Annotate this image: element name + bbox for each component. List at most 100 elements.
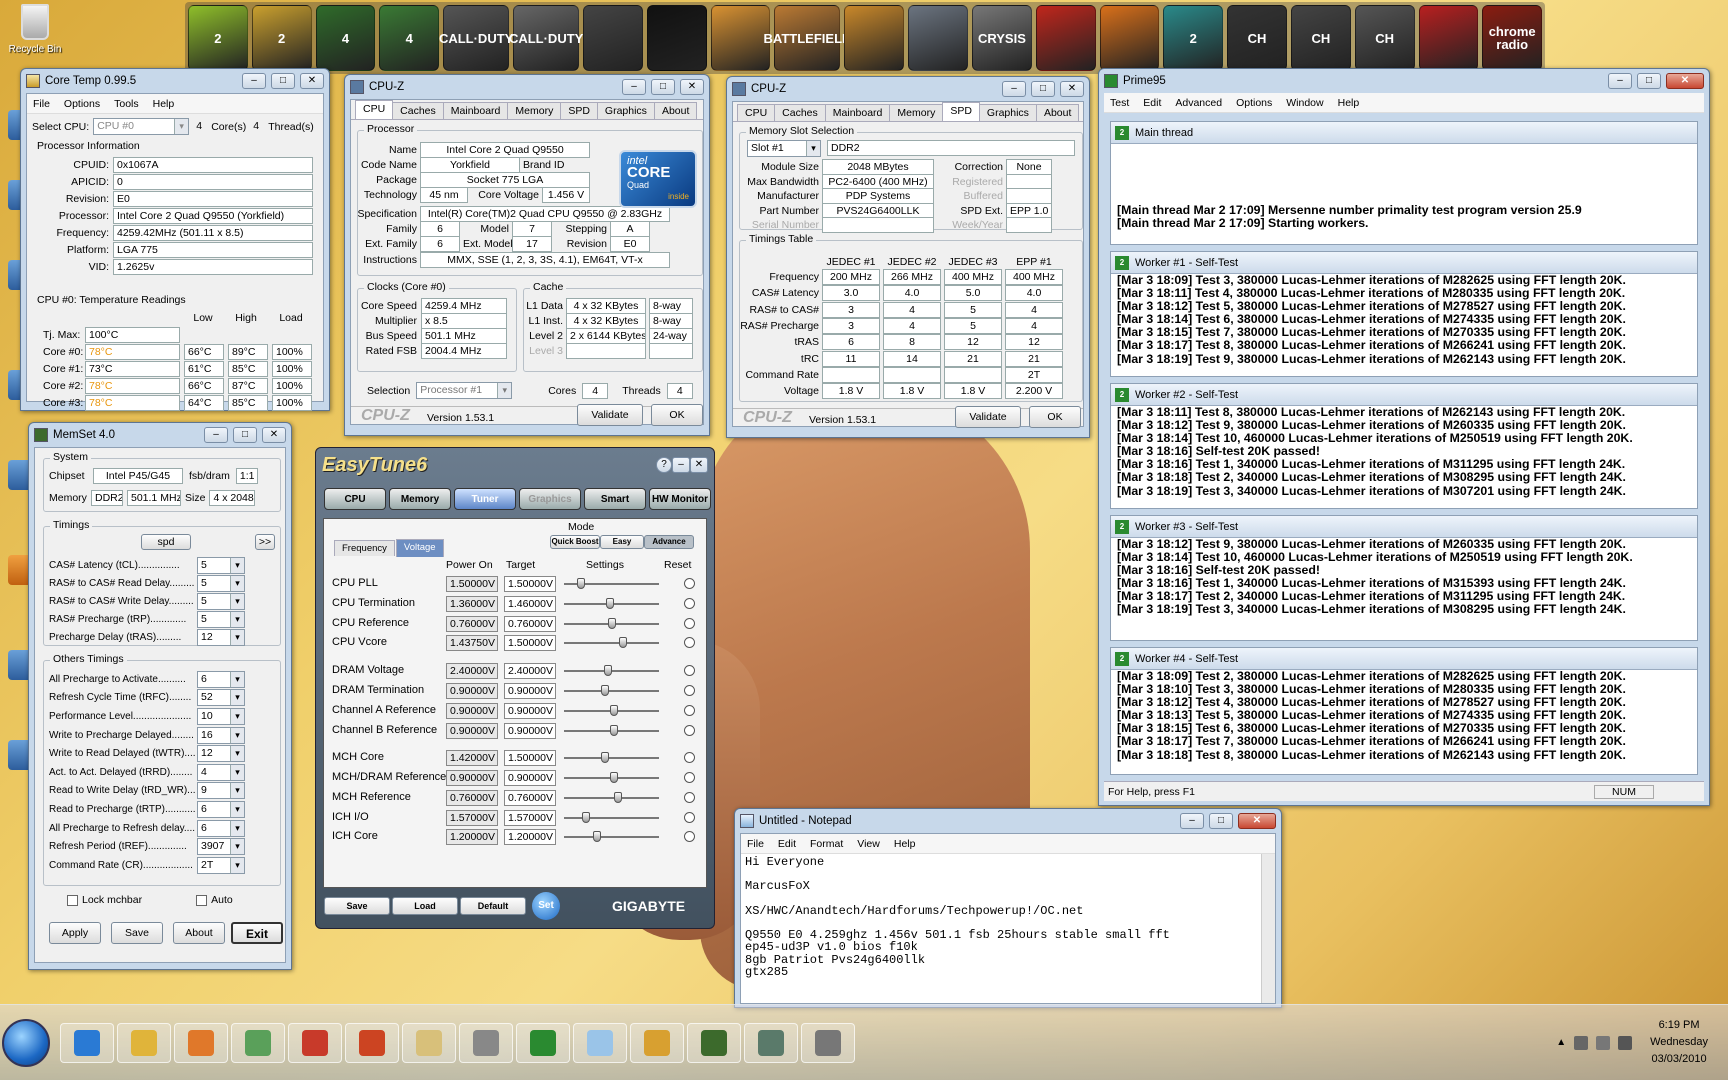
reset-radio[interactable] [684,665,695,677]
recycle-bin[interactable]: Recycle Bin [5,4,65,55]
ok-button[interactable]: OK [651,404,703,426]
voltage-slider[interactable] [564,831,659,843]
close-button[interactable]: ✕ [690,457,708,473]
target-value[interactable]: 1.20000V [504,829,556,846]
slider-knob[interactable] [600,752,609,764]
slider-knob[interactable] [600,684,609,696]
timing-select[interactable]: 12 [197,745,245,763]
voltage-slider[interactable] [564,752,659,764]
minimize-button[interactable]: – [622,79,646,95]
zombie-icon[interactable] [1418,5,1479,71]
timing-select[interactable]: 3907 [197,838,245,856]
target-value[interactable]: 2.40000V [504,663,556,680]
voltage-slider[interactable] [564,704,659,716]
reset-radio[interactable] [684,831,695,843]
slider-knob[interactable] [608,617,616,629]
tab-cpu[interactable]: CPU [324,488,386,510]
help-icon[interactable]: ? [656,457,672,473]
tab-graphics[interactable]: Graphics [978,104,1037,121]
minimize-button[interactable]: – [204,427,228,443]
volume-icon[interactable] [1618,1035,1633,1050]
menu-options[interactable]: Options [64,98,100,110]
tab-about[interactable]: About [1035,104,1080,121]
voltage-slider[interactable] [564,724,659,736]
validate-button[interactable]: Validate [577,404,643,426]
quick-boost-button[interactable]: Quick Boost [550,535,600,549]
tab-hw-monitor[interactable]: HW Monitor [649,488,711,510]
target-value[interactable]: 0.90000V [504,682,556,699]
save-profile-button[interactable]: Save [324,897,390,915]
timing-select[interactable]: 4 [197,763,245,781]
callofduty-icon[interactable]: CALL·DUTY [439,5,513,71]
close-button[interactable]: ✕ [1666,73,1704,89]
network-icon[interactable] [1574,1035,1589,1050]
taskbar-button[interactable] [174,1022,228,1063]
close-button[interactable]: ✕ [680,79,704,95]
timing-select[interactable]: 5 [197,556,245,574]
medal-icon[interactable] [844,5,905,71]
timing-select[interactable]: 6 [197,819,245,837]
auto-checkbox[interactable] [196,894,208,906]
target-value[interactable]: 1.46000V [504,595,556,612]
reset-radio[interactable] [684,704,695,716]
tab-tuner[interactable]: Tuner [454,488,516,510]
coh-icon[interactable]: CH [1227,5,1287,71]
slider-knob[interactable] [606,597,615,609]
menu-file[interactable]: File [747,838,764,850]
tab-voltage[interactable]: Voltage [395,539,444,557]
taskbar-button[interactable] [345,1022,399,1063]
target-value[interactable]: 1.57000V [504,809,556,826]
timing-select[interactable]: 6 [197,670,245,688]
exit-button[interactable]: Exit [231,922,283,944]
tab-about[interactable]: About [653,102,698,119]
maximize-button[interactable]: □ [1209,813,1233,829]
reset-radio[interactable] [684,811,695,823]
timing-select[interactable]: 9 [197,782,245,800]
l4d2-icon[interactable]: 4 [379,5,440,71]
taskbar-button[interactable] [744,1022,798,1063]
timing-select[interactable]: 16 [197,726,245,744]
voltage-slider[interactable] [564,772,659,784]
close-button[interactable]: ✕ [1060,81,1084,97]
reset-radio[interactable] [684,637,695,649]
tab-cpu[interactable]: CPU [355,100,394,119]
taskbar-button[interactable] [573,1022,627,1063]
validate-button[interactable]: Validate [955,406,1021,428]
tab-caches[interactable]: Caches [774,104,826,121]
callofduty2-icon[interactable]: CALL·DUTY [509,5,583,71]
close-button[interactable]: ✕ [262,427,286,443]
coh3-icon[interactable]: CH [1354,5,1415,71]
notepad-text-area[interactable]: Hi Everyone MarcusFoX XS/HWC/Anandtech/Har… [741,854,1275,980]
spd-button[interactable]: spd [141,534,191,550]
voltage-slider[interactable] [564,684,659,696]
display-icon[interactable] [1596,1035,1611,1050]
menu-file[interactable]: File [33,98,50,110]
menu-window[interactable]: Window [1286,97,1323,109]
target-value[interactable]: 1.50000V [504,635,556,652]
runner-icon[interactable] [1035,5,1096,71]
slider-knob[interactable] [581,811,590,823]
taskbar-button[interactable] [288,1022,342,1063]
maximize-button[interactable]: □ [271,73,295,89]
reset-radio[interactable] [684,791,695,803]
menu-tools[interactable]: Tools [114,98,139,110]
tab-memory[interactable]: Memory [389,488,451,510]
reset-radio[interactable] [684,684,695,696]
target-value[interactable]: 1.50000V [504,576,556,592]
slider-knob[interactable] [614,791,623,803]
reset-radio[interactable] [684,578,695,589]
taskbar-button[interactable] [801,1022,855,1063]
swirl-icon[interactable] [1099,5,1160,71]
target-value[interactable]: 0.90000V [504,770,556,787]
l4d-swirl-icon[interactable]: 2 [1163,5,1224,71]
minimize-button[interactable]: – [1608,73,1632,89]
menu-test[interactable]: Test [1110,97,1129,109]
menu-view[interactable]: View [857,838,880,850]
apply-button[interactable]: Apply [49,922,101,944]
voltage-slider[interactable] [564,811,659,823]
target-value[interactable]: 0.90000V [504,702,556,719]
processor-select[interactable]: Processor #1 [416,382,513,399]
crysis-icon[interactable] [908,5,969,71]
minimize-button[interactable]: – [1002,81,1026,97]
taskbar-button[interactable] [402,1022,456,1063]
